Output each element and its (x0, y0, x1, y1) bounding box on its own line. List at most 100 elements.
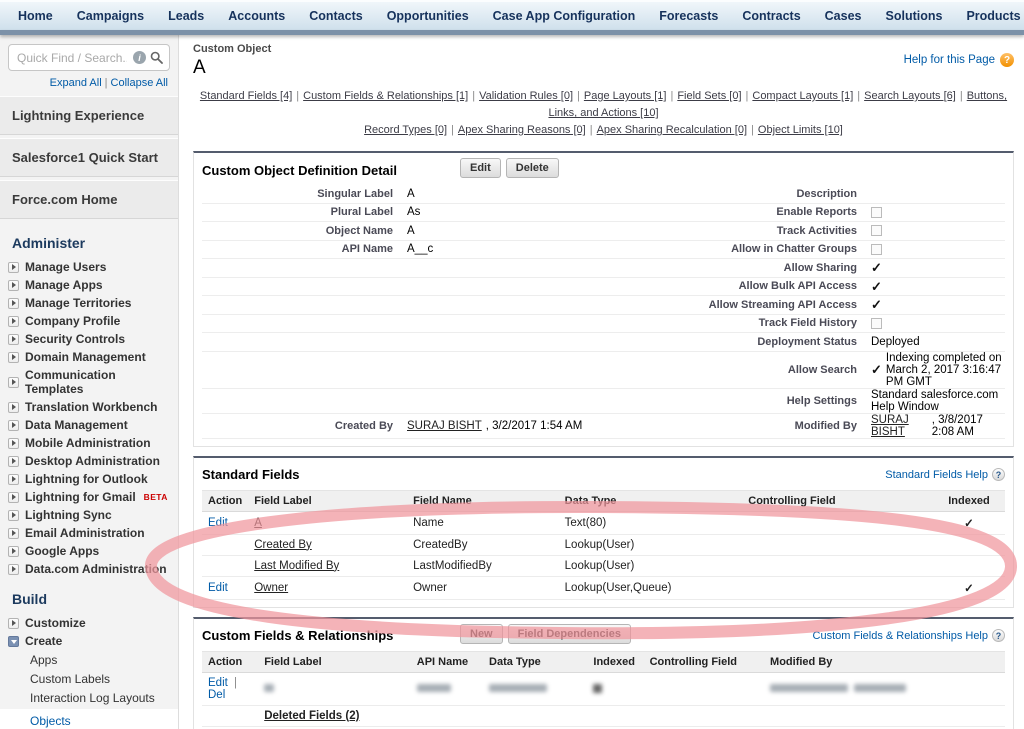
sidebar-item-domain-management[interactable]: Domain Management (0, 348, 178, 366)
new-field-button[interactable]: New (460, 624, 503, 644)
sidebar-item-company-profile[interactable]: Company Profile (0, 312, 178, 330)
expand-arrow-icon[interactable] (8, 618, 19, 629)
sidebar-item-manage-apps[interactable]: Manage Apps (0, 276, 178, 294)
tab-accounts[interactable]: Accounts (216, 9, 297, 23)
sidebar-item-apps[interactable]: Apps (0, 650, 178, 669)
deleted-fields-link[interactable]: Deleted Fields (2) (264, 710, 359, 722)
expand-arrow-icon[interactable] (8, 474, 19, 485)
sidebar-item-interaction-log-layouts[interactable]: Interaction Log Layouts (0, 688, 178, 707)
expand-arrow-icon[interactable] (8, 510, 19, 521)
edit-button[interactable]: Edit (460, 158, 501, 178)
sidebar-item-manage-territories[interactable]: Manage Territories (0, 294, 178, 312)
tab-contracts[interactable]: Contracts (730, 9, 812, 23)
expand-arrow-icon[interactable] (8, 316, 19, 327)
custom-fields-help-link[interactable]: Custom Fields & Relationships Help (813, 630, 988, 642)
jump-link-apex-sharing-reasons[interactable]: Apex Sharing Reasons [0] (458, 124, 586, 136)
expand-arrow-icon[interactable] (8, 456, 19, 467)
sidebar-item-create[interactable]: Create (0, 632, 178, 650)
expand-arrow-icon[interactable] (8, 352, 19, 363)
edit-link[interactable]: Edit (208, 517, 228, 529)
sidebar-item-mobile-administration[interactable]: Mobile Administration (0, 434, 178, 452)
checkbox-unchecked-icon (871, 207, 882, 218)
sidebar-item-manage-users[interactable]: Manage Users (0, 258, 178, 276)
edit-link[interactable]: Edit (208, 582, 228, 594)
sidebar-item-objects[interactable]: Objects (0, 709, 178, 729)
field-label-link[interactable]: Owner (254, 582, 288, 594)
sidebar-item-email-administration[interactable]: Email Administration (0, 524, 178, 542)
field-label-link[interactable]: Last Modified By (254, 560, 339, 572)
sidebar-item-data-management[interactable]: Data Management (0, 416, 178, 434)
sidebar-section-lightning-experience[interactable]: Lightning Experience (0, 96, 178, 135)
jump-link-record-types[interactable]: Record Types [0] (364, 124, 447, 136)
expand-arrow-icon[interactable] (8, 298, 19, 309)
section-help-icon[interactable]: ? (992, 629, 1005, 642)
delete-button[interactable]: Delete (506, 158, 559, 178)
tab-opportunities[interactable]: Opportunities (375, 9, 481, 23)
sidebar-item-desktop-administration[interactable]: Desktop Administration (0, 452, 178, 470)
collapse-arrow-icon[interactable] (8, 636, 19, 647)
jump-link-standard-fields[interactable]: Standard Fields [4] (200, 90, 292, 102)
sidebar-item-customize[interactable]: Customize (0, 614, 178, 632)
expand-arrow-icon[interactable] (8, 377, 19, 388)
user-link[interactable]: SURAJ BISHT (871, 414, 928, 438)
sidebar-item-translation-workbench[interactable]: Translation Workbench (0, 398, 178, 416)
expand-arrow-icon[interactable] (8, 492, 19, 503)
sidebar-item-data-com-administration[interactable]: Data.com Administration (0, 560, 178, 578)
expand-arrow-icon[interactable] (8, 420, 19, 431)
tab-forecasts[interactable]: Forecasts (647, 9, 730, 23)
help-for-this-page-link[interactable]: Help for this Page (904, 54, 995, 66)
tab-home[interactable]: Home (6, 9, 65, 23)
expand-arrow-icon[interactable] (8, 546, 19, 557)
detail-field-label: Allow Search (619, 364, 871, 376)
field-label-link[interactable]: A (254, 517, 262, 529)
edit-link[interactable]: Edit (208, 677, 228, 689)
tab-campaigns[interactable]: Campaigns (65, 9, 156, 23)
expand-arrow-icon[interactable] (8, 262, 19, 273)
collapse-all-link[interactable]: Collapse All (111, 77, 168, 89)
sidebar-item-google-apps[interactable]: Google Apps (0, 542, 178, 560)
tab-cases[interactable]: Cases (813, 9, 874, 23)
detail-row: Track Field History (202, 315, 1005, 334)
tab-solutions[interactable]: Solutions (874, 9, 955, 23)
tab-leads[interactable]: Leads (156, 9, 216, 23)
sidebar-section-force-com-home[interactable]: Force.com Home (0, 180, 178, 219)
jump-link-apex-sharing-recalculation[interactable]: Apex Sharing Recalculation [0] (597, 124, 747, 136)
jump-link-compact-layouts[interactable]: Compact Layouts [1] (752, 90, 853, 102)
sidebar-item-custom-labels[interactable]: Custom Labels (0, 669, 178, 688)
jump-link-field-sets[interactable]: Field Sets [0] (677, 90, 741, 102)
sidebar-item-security-controls[interactable]: Security Controls (0, 330, 178, 348)
table-header-row: ActionField LabelAPI NameData TypeIndexe… (202, 651, 1005, 672)
field-label-link[interactable]: Created By (254, 539, 312, 551)
tab-case-app-configuration[interactable]: Case App Configuration (481, 9, 648, 23)
jump-link-validation-rules[interactable]: Validation Rules [0] (479, 90, 573, 102)
expand-arrow-icon[interactable] (8, 528, 19, 539)
jump-link-search-layouts[interactable]: Search Layouts [6] (864, 90, 956, 102)
column-header-data-type: Data Type (559, 490, 743, 511)
expand-arrow-icon[interactable] (8, 564, 19, 575)
search-icon[interactable] (150, 51, 163, 64)
quick-find-input[interactable] (15, 50, 129, 66)
expand-arrow-icon[interactable] (8, 402, 19, 413)
user-link[interactable]: SURAJ BISHT (407, 420, 482, 432)
jump-link-custom-fields-relationships[interactable]: Custom Fields & Relationships [1] (303, 90, 468, 102)
expand-arrow-icon[interactable] (8, 334, 19, 345)
standard-fields-help-link[interactable]: Standard Fields Help (885, 469, 988, 481)
sidebar-item-communication-templates[interactable]: Communication Templates (0, 366, 178, 398)
redacted-blob (770, 684, 848, 692)
expand-all-link[interactable]: Expand All (50, 77, 102, 89)
help-question-icon[interactable]: ? (1000, 53, 1014, 67)
del-link[interactable]: Del (208, 689, 225, 701)
sidebar-section-salesforce1-quick-start[interactable]: Salesforce1 Quick Start (0, 138, 178, 177)
field-dependencies-button[interactable]: Field Dependencies (508, 624, 631, 644)
jump-link-page-layouts[interactable]: Page Layouts [1] (584, 90, 667, 102)
sidebar-item-lightning-for-gmail[interactable]: Lightning for GmailBETA (0, 488, 178, 506)
jump-link-object-limits[interactable]: Object Limits [10] (758, 124, 843, 136)
sidebar-item-lightning-for-outlook[interactable]: Lightning for Outlook (0, 470, 178, 488)
section-help-icon[interactable]: ? (992, 468, 1005, 481)
tab-products[interactable]: Products (954, 9, 1024, 23)
expand-arrow-icon[interactable] (8, 280, 19, 291)
sidebar-item-lightning-sync[interactable]: Lightning Sync (0, 506, 178, 524)
redacted-blob (854, 684, 906, 692)
expand-arrow-icon[interactable] (8, 438, 19, 449)
tab-contacts[interactable]: Contacts (297, 9, 374, 23)
